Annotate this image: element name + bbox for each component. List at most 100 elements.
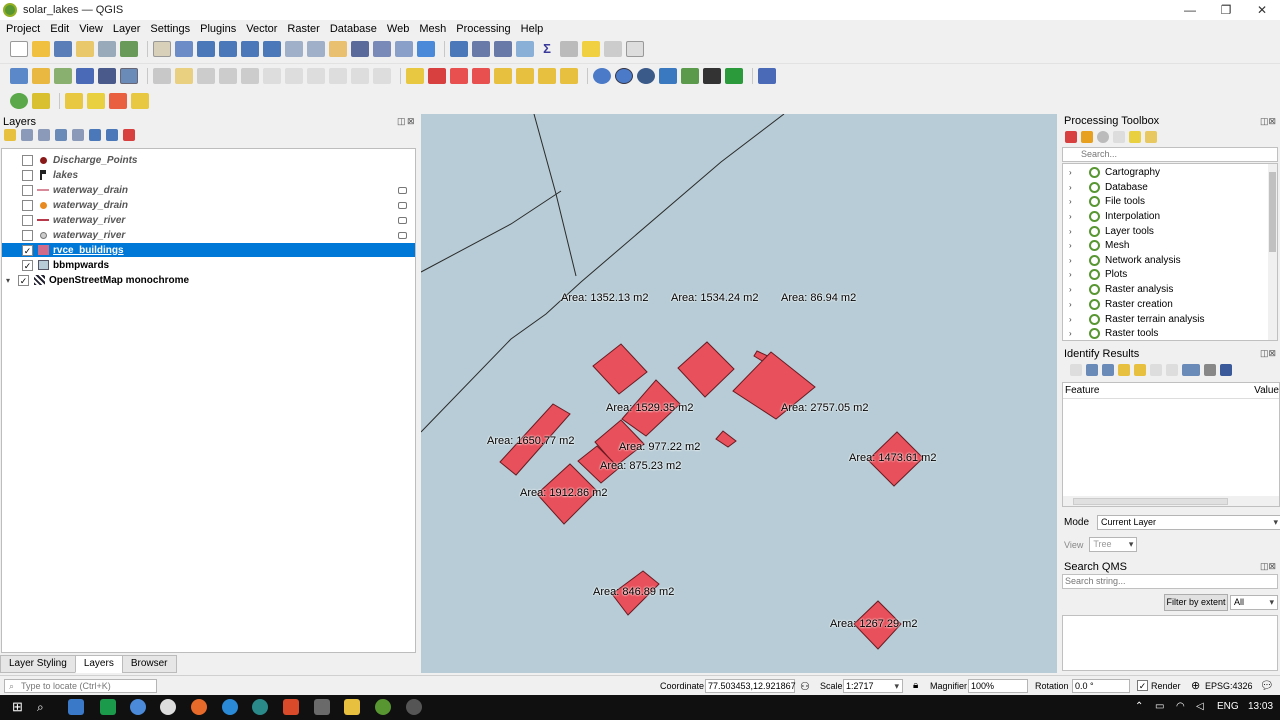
edge-beta-icon[interactable] — [222, 699, 238, 715]
highlight-labels-icon[interactable] — [450, 67, 468, 84]
delete-selected-icon[interactable] — [263, 67, 281, 84]
qms-search-input[interactable]: Search string... — [1062, 574, 1278, 589]
add-wms-icon[interactable] — [98, 67, 116, 84]
processing-tool-icon[interactable] — [32, 92, 50, 109]
rotate-label-icon[interactable] — [538, 67, 556, 84]
attribute-table-icon[interactable] — [472, 41, 490, 57]
models-icon[interactable] — [1065, 131, 1077, 143]
statistics-sigma-icon[interactable]: Σ — [538, 41, 556, 57]
close-panel-icon[interactable]: ⊠ — [407, 116, 415, 127]
manage-themes-icon[interactable] — [38, 129, 50, 141]
windows-start-icon[interactable]: ⊞ — [12, 699, 28, 715]
remove-layer-icon[interactable] — [123, 129, 135, 141]
battery-icon[interactable]: ▭ — [1155, 701, 1164, 712]
select-mode-icon[interactable] — [1182, 364, 1200, 376]
excel-icon[interactable] — [100, 699, 116, 715]
algorithm-group-item[interactable]: › File tools — [1063, 194, 1145, 208]
menu-vector[interactable]: Vector — [246, 23, 277, 35]
algorithm-group-item[interactable]: › Database — [1063, 180, 1148, 194]
menu-mesh[interactable]: Mesh — [419, 23, 446, 35]
map-tips-icon[interactable] — [582, 41, 600, 57]
collapse-icon[interactable] — [1086, 364, 1098, 376]
copy-icon[interactable] — [1150, 364, 1162, 376]
binoculars-icon[interactable] — [703, 67, 721, 84]
layer-item-waterway-drain-point[interactable]: waterway_drain — [2, 198, 415, 212]
rotation-input[interactable]: 0.0 ° — [1072, 679, 1130, 693]
scale-select[interactable]: 1:2717 — [843, 679, 903, 693]
select-by-value-icon[interactable] — [87, 92, 105, 109]
algorithm-group-item[interactable]: › Cartography — [1063, 165, 1160, 179]
layer-item-waterway-river-point[interactable]: waterway_river — [2, 228, 415, 242]
plugin-icon[interactable] — [681, 67, 699, 84]
vertex-tool-icon[interactable] — [241, 67, 259, 84]
menu-edit[interactable]: Edit — [50, 23, 69, 35]
layer-checkbox[interactable] — [22, 229, 33, 241]
settings-icon[interactable] — [1204, 364, 1216, 376]
cut-features-icon[interactable] — [285, 67, 303, 84]
zoom-to-layer-icon[interactable] — [285, 41, 303, 57]
app-icon[interactable] — [314, 699, 330, 715]
options-icon[interactable] — [1145, 131, 1157, 143]
layout-manager-icon[interactable] — [98, 41, 116, 57]
messages-icon[interactable]: 💬︎ — [1260, 679, 1274, 692]
close-panel-icon[interactable]: ◫⊠ — [1260, 116, 1276, 127]
temporal-controller-icon[interactable] — [395, 41, 413, 57]
select-by-expression-icon[interactable] — [131, 92, 149, 109]
paste-features-icon[interactable] — [329, 67, 347, 84]
algorithm-group-item[interactable]: › Plots — [1063, 267, 1127, 281]
algorithm-group-item[interactable]: › Mesh — [1063, 238, 1129, 252]
filter-legend-icon[interactable] — [55, 129, 67, 141]
zoom-last-icon[interactable] — [329, 41, 347, 57]
terrain-icon[interactable] — [725, 67, 743, 84]
processing-search-input[interactable]: Search... — [1062, 147, 1278, 162]
filter-expression-icon[interactable] — [72, 129, 84, 141]
edge-icon[interactable] — [130, 699, 146, 715]
wifi-icon[interactable]: ◠ — [1176, 701, 1185, 712]
refresh-icon[interactable] — [417, 41, 435, 57]
spatial-bookmark-icon[interactable] — [604, 41, 622, 57]
python-icon[interactable] — [659, 67, 677, 84]
zoom-to-selection-icon[interactable] — [263, 41, 281, 57]
change-label-icon[interactable] — [560, 67, 578, 84]
vertical-scrollbar[interactable] — [1268, 164, 1277, 340]
toggle-editing-icon[interactable] — [175, 67, 193, 84]
clear-results-icon[interactable] — [1134, 364, 1146, 376]
layer-checkbox[interactable] — [22, 154, 33, 166]
new-project-icon[interactable] — [10, 41, 28, 57]
pan-to-selection-icon[interactable] — [175, 41, 193, 57]
search-icon[interactable]: ⌕ — [37, 699, 53, 715]
tray-chevron-icon[interactable]: ⌃ — [1135, 701, 1143, 712]
minimize-button[interactable]: — — [1172, 0, 1208, 20]
current-edits-icon[interactable] — [153, 67, 171, 84]
layer-item-bbmpwards[interactable]: ✓ bbmpwards — [2, 258, 415, 272]
obs-icon[interactable] — [406, 699, 422, 715]
close-panel-icon[interactable]: ◫⊠ — [1260, 348, 1276, 359]
edge-dev-icon[interactable] — [252, 699, 268, 715]
menu-processing[interactable]: Processing — [456, 23, 510, 35]
mode-select[interactable]: Current Layer — [1097, 515, 1280, 530]
undo-icon[interactable] — [351, 67, 369, 84]
layer-checkbox[interactable]: ✓ — [22, 259, 33, 271]
field-calculator-icon[interactable] — [494, 41, 512, 57]
highlight-icon[interactable] — [1118, 364, 1130, 376]
layer-item-osm-monochrome[interactable]: ▾ ✓ OpenStreetMap monochrome — [2, 273, 415, 287]
chevron-down-icon[interactable]: ▾ — [6, 276, 16, 285]
layer-checkbox[interactable]: ✓ — [22, 244, 33, 256]
algorithm-group-item[interactable]: › Layer tools — [1063, 224, 1154, 238]
style-manager-icon[interactable] — [120, 41, 138, 57]
horizontal-scrollbar[interactable] — [1063, 496, 1279, 506]
file-explorer-icon[interactable] — [344, 699, 360, 715]
crs-label[interactable]: EPSG:4326 — [1205, 681, 1253, 691]
algorithm-group-item[interactable]: › Raster creation — [1063, 297, 1173, 311]
open-styling-icon[interactable] — [4, 129, 16, 141]
digitize-icon[interactable] — [219, 67, 237, 84]
globe-selected-icon[interactable] — [615, 67, 633, 84]
menu-web[interactable]: Web — [387, 23, 409, 35]
zoom-native-icon[interactable] — [307, 41, 325, 57]
chrome-icon[interactable] — [160, 699, 176, 715]
coordinate-input[interactable]: 77.503453,12.921867 — [705, 679, 796, 693]
add-group-icon[interactable] — [21, 129, 33, 141]
layer-checkbox[interactable] — [22, 199, 33, 211]
expand-all-icon[interactable] — [89, 129, 101, 141]
layer-checkbox[interactable] — [22, 184, 33, 196]
